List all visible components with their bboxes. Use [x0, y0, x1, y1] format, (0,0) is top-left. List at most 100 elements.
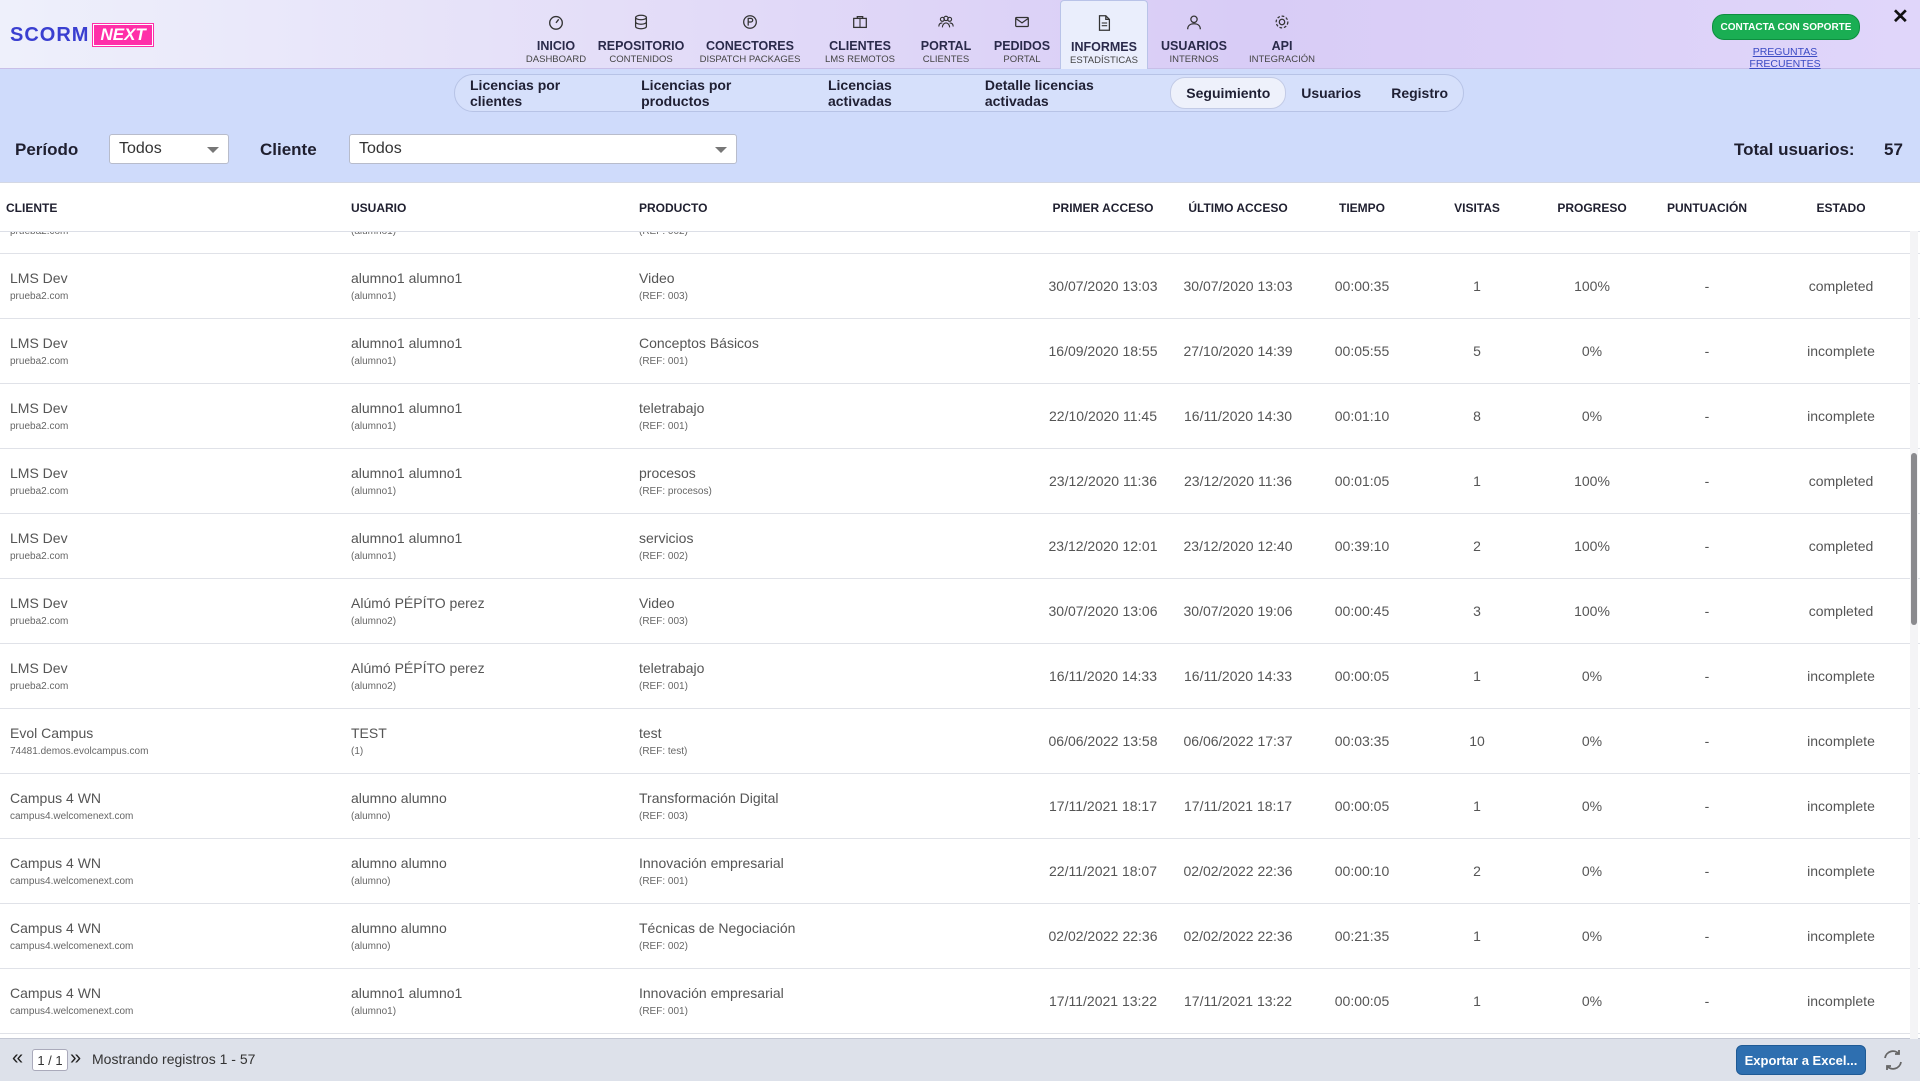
pager-next-button[interactable]: » — [70, 1047, 81, 1070]
table-row[interactable]: Campus 4 WN campus4.welcomenext.com alumno… — [0, 774, 1920, 839]
cell-producto: Conceptos Básicos — [639, 335, 759, 351]
subtab-licencias-clientes[interactable]: Licencias por clientes — [455, 77, 626, 109]
cell-puntuacion: - — [1704, 798, 1710, 814]
logo-next-text: NEXT — [93, 24, 153, 46]
cell-puntuacion: - — [1704, 733, 1710, 749]
table-row[interactable]: LMS Dev prueba2.com alumno1 alumno1 (alumno… — [0, 449, 1920, 514]
col-puntuacion[interactable]: PUNTUACIÓN — [1667, 201, 1747, 215]
table-row[interactable]: LMS Dev prueba2.com alumno1 alumno1 (alumno… — [0, 514, 1920, 579]
table-scrollbar[interactable] — [1910, 231, 1918, 1039]
cell-cliente: LMS Dev — [10, 335, 68, 351]
subtab-usuarios[interactable]: Usuarios — [1286, 78, 1376, 108]
cell-usuario: alumno1 alumno1 — [351, 335, 463, 351]
cell-producto: Transformación Digital — [639, 790, 779, 806]
cell-progreso: 0% — [1581, 408, 1603, 424]
nav-api[interactable]: API INTEGRACIÓN — [1240, 0, 1324, 68]
subtab-detalle-licencias[interactable]: Detalle licencias activadas — [970, 77, 1170, 109]
cell-dominio: campus4.welcomenext.com — [10, 811, 134, 822]
col-primer-acceso[interactable]: PRIMER ACCESO — [1053, 201, 1154, 215]
subtab-registro[interactable]: Registro — [1376, 78, 1463, 108]
nav-pedidos[interactable]: PEDIDOS PORTAL — [984, 0, 1060, 68]
gear-icon — [1273, 13, 1291, 35]
cell-ref: (REF: 001) — [639, 876, 688, 887]
cell-estado: completed — [1808, 538, 1874, 554]
cell-tiempo: 00:00:45 — [1334, 603, 1390, 619]
cell-puntuacion: - — [1704, 928, 1710, 944]
scrollbar-thumb[interactable] — [1911, 453, 1917, 625]
subtab-seguimiento[interactable]: Seguimiento — [1170, 77, 1287, 109]
cell-cliente: LMS Dev — [10, 530, 68, 546]
cliente-select[interactable]: Todos — [349, 134, 737, 164]
table-row[interactable]: LMS Dev prueba2.com alumno1 alumno1 (alumno… — [0, 254, 1920, 319]
cell-usuario: alumno1 alumno1 — [351, 985, 463, 1001]
app-logo[interactable]: SCORM NEXT — [10, 24, 153, 46]
col-estado[interactable]: ESTADO — [1816, 201, 1865, 215]
cell-producto: Video — [639, 270, 675, 286]
nav-usuarios-title: USUARIOS — [1161, 39, 1227, 53]
cell-puntuacion: - — [1704, 538, 1710, 554]
cell-cliente: Campus 4 WN — [10, 985, 102, 1001]
cell-ultimo-acceso: 30/07/2020 19:06 — [1183, 603, 1293, 619]
close-icon[interactable]: ✕ — [1892, 4, 1909, 29]
contact-support-button[interactable]: CONTACTA CON SOPORTE — [1712, 14, 1860, 40]
cell-progreso: 100% — [1574, 603, 1610, 619]
subtab-licencias-productos[interactable]: Licencias por productos — [626, 77, 813, 109]
cell-dominio: prueba2.com — [10, 291, 69, 302]
nav-repositorio[interactable]: REPOSITORIO CONTENIDOS — [594, 0, 688, 68]
pager-prev-button[interactable]: « — [12, 1047, 23, 1070]
col-cliente[interactable]: CLIENTE — [6, 201, 57, 215]
cell-tiempo: 00:00:10 — [1334, 863, 1390, 879]
cell-usuario: alumno alumno — [351, 920, 447, 936]
cell-dominio: prueba2.com — [10, 551, 69, 562]
periodo-select[interactable]: Todos — [109, 134, 229, 164]
cell-ultimo-acceso: 16/11/2020 14:30 — [1184, 408, 1292, 424]
export-excel-button[interactable]: Exportar a Excel... — [1736, 1045, 1866, 1075]
cell-tiempo: 00:00:05 — [1334, 798, 1390, 814]
table-row[interactable]: LMS Dev prueba2.com Alúmó PÉPÍTO perez (alu… — [0, 644, 1920, 709]
table-row[interactable]: Campus 4 WN campus4.welcomenext.com alumno… — [0, 969, 1920, 1034]
cliente-label: Cliente — [260, 140, 317, 159]
faq-link[interactable]: PREGUNTAS FRECUENTES — [1718, 46, 1852, 70]
cell-puntuacion: - — [1704, 343, 1710, 359]
cell-visitas: 1 — [1473, 668, 1481, 684]
nav-conectores[interactable]: CONECTORES DISPATCH PACKAGES — [688, 0, 812, 68]
table-row[interactable]: Campus 4 WN campus4.welcomenext.com alumno… — [0, 904, 1920, 969]
nav-api-sub: INTEGRACIÓN — [1249, 54, 1315, 65]
col-tiempo[interactable]: TIEMPO — [1339, 201, 1385, 215]
nav-conectores-title: CONECTORES — [706, 39, 794, 53]
cell-tiempo: 00:05:55 — [1334, 343, 1390, 359]
col-producto[interactable]: PRODUCTO — [639, 201, 707, 215]
col-ultimo-acceso[interactable]: ÚLTIMO ACCESO — [1188, 201, 1287, 215]
table-row[interactable]: Campus 4 WN campus4.welcomenext.com alumno… — [0, 839, 1920, 904]
nav-usuarios[interactable]: USUARIOS INTERNOS — [1148, 0, 1240, 68]
nav-informes[interactable]: INFORMES ESTADÍSTICAS — [1060, 0, 1148, 69]
cell-login: (alumno2) — [351, 681, 397, 692]
cell-ref: (REF: 001) — [639, 681, 688, 692]
nav-informes-sub: ESTADÍSTICAS — [1070, 55, 1138, 66]
cell-producto: Innovación empresarial — [639, 855, 784, 871]
nav-inicio-sub: DASHBOARD — [525, 54, 587, 65]
cell-estado: incomplete — [1807, 408, 1875, 424]
cell-cliente: LMS Dev — [10, 465, 68, 481]
nav-inicio[interactable]: INICIO DASHBOARD — [518, 0, 594, 68]
report-subtabs: Licencias por clientes Licencias por pro… — [454, 74, 1464, 112]
nav-clientes[interactable]: CLIENTES LMS REMOTOS — [812, 0, 908, 68]
cliente-select-value: Todos — [359, 140, 402, 157]
table-row[interactable]: LMS Dev prueba2.com alumno1 alumno1 (alumno… — [0, 319, 1920, 384]
nav-portal[interactable]: PORTAL CLIENTES — [908, 0, 984, 68]
table-row[interactable]: Evol Campus 74481.demos.evolcampus.com TES… — [0, 709, 1920, 774]
subtab-licencias-activadas[interactable]: Licencias activadas — [813, 77, 970, 109]
refresh-icon[interactable] — [1880, 1047, 1906, 1073]
page-input[interactable]: 1 / 1 — [32, 1049, 68, 1071]
col-visitas[interactable]: VISITAS — [1454, 201, 1500, 215]
table-row[interactable]: LMS Dev prueba2.com alumno1 alumno1 (alumno… — [0, 384, 1920, 449]
col-progreso[interactable]: PROGRESO — [1557, 201, 1626, 215]
cell-dominio: campus4.welcomenext.com — [10, 1006, 134, 1017]
table-row[interactable]: LMS Dev prueba2.com Alúmó PÉPÍTO perez (alu… — [0, 579, 1920, 644]
cell-producto: teletrabajo — [639, 400, 705, 416]
cell-puntuacion: - — [1704, 408, 1710, 424]
col-usuario[interactable]: USUARIO — [351, 201, 406, 215]
cell-producto: procesos — [639, 465, 696, 481]
cell-login: (1) — [351, 746, 364, 757]
cell-visitas: 1 — [1473, 993, 1481, 1009]
